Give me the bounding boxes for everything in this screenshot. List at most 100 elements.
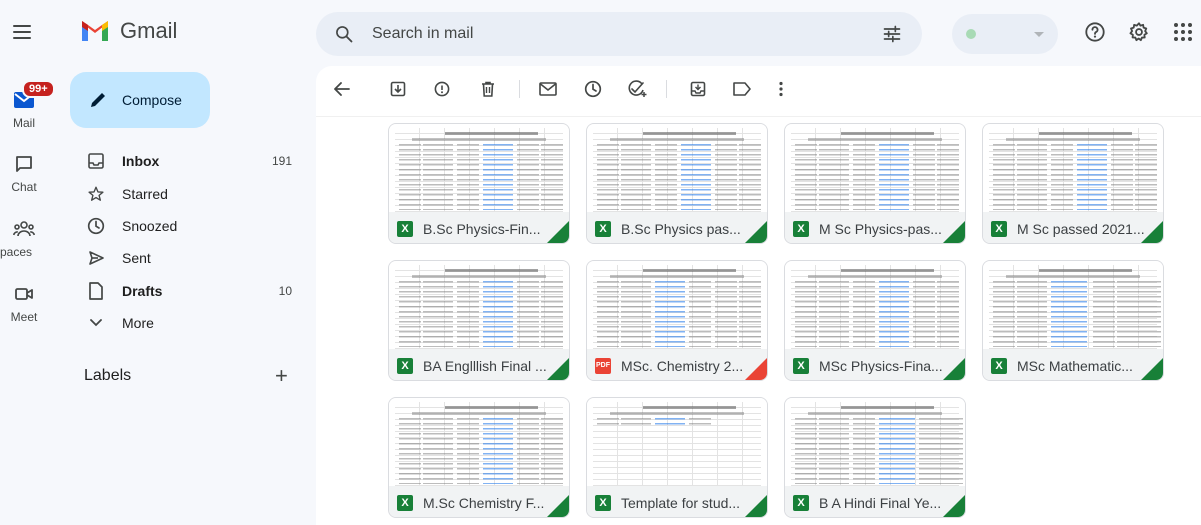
labels-button[interactable] — [732, 79, 752, 99]
apps-button[interactable] — [1171, 20, 1195, 44]
excel-file-icon: X — [793, 494, 809, 511]
inbox-icon — [86, 151, 106, 171]
gmail-m-icon — [82, 21, 108, 41]
excel-file-icon: X — [397, 494, 413, 511]
help-icon — [1085, 22, 1105, 42]
chat-icon — [0, 152, 48, 176]
back-button[interactable] — [332, 79, 352, 99]
star-icon — [86, 184, 106, 204]
menu-bar — [13, 37, 31, 39]
rail-mail[interactable]: 99+ Mail — [0, 80, 55, 130]
attachment-preview — [587, 261, 767, 349]
clock-icon — [86, 216, 106, 236]
move-to-icon — [690, 81, 706, 97]
attachment-footer: X MSc Physics-Fina... — [785, 349, 965, 380]
attachment-card[interactable]: X Template for stud... — [586, 397, 768, 518]
excel-file-icon: X — [793, 220, 809, 237]
attachment-card[interactable]: PDF MSc. Chemistry 2... — [586, 260, 768, 381]
nav-sent-label: Sent — [122, 250, 151, 266]
rail-chat[interactable]: Chat — [0, 152, 48, 194]
attachment-card[interactable]: X B.Sc Physics-Fin... — [388, 123, 570, 244]
nav-more-label: More — [122, 315, 154, 331]
attachment-preview — [389, 261, 569, 349]
file-corner — [1141, 358, 1163, 380]
attachment-card[interactable]: X B A Hindi Final Ye... — [784, 397, 966, 518]
file-corner — [547, 495, 569, 517]
spaces-icon — [0, 217, 48, 241]
attachment-card[interactable]: X B.Sc Physics pas... — [586, 123, 768, 244]
attachment-card[interactable]: X M.Sc Chemistry F... — [388, 397, 570, 518]
archive-button[interactable] — [388, 79, 408, 99]
nav-more[interactable]: More — [70, 307, 310, 339]
settings-button[interactable] — [1127, 20, 1151, 44]
rail-meet-label: Meet — [10, 310, 38, 324]
move-to-button[interactable] — [688, 79, 708, 99]
inbox-count: 191 — [271, 154, 292, 168]
more-vert-icon — [779, 81, 783, 97]
send-icon — [86, 248, 106, 268]
nav-sent[interactable]: Sent — [70, 242, 310, 274]
labels-heading: Labels — [84, 367, 132, 384]
nav-snoozed[interactable]: Snoozed — [70, 210, 310, 242]
create-label-button[interactable]: + — [275, 365, 288, 387]
search-options-icon[interactable] — [882, 24, 902, 44]
attachment-preview — [785, 398, 965, 486]
file-corner — [547, 358, 569, 380]
status-dot-icon — [966, 29, 976, 39]
attachment-card[interactable]: X MSc Mathematic... — [982, 260, 1164, 381]
draft-file-icon — [86, 281, 106, 301]
rail-mail-label: Mail — [12, 116, 35, 130]
message-panel: X B.Sc Physics-Fin... X B.Sc Physics pas..… — [316, 66, 1201, 525]
attachment-name: MSc. Chemistry 2... — [621, 357, 744, 374]
attachment-footer: X M Sc passed 2021... — [983, 212, 1163, 243]
status-selector[interactable] — [952, 14, 1058, 54]
nav-starred[interactable]: Starred — [70, 178, 310, 210]
toolbar-divider-line — [316, 116, 1201, 117]
search-input[interactable] — [372, 25, 842, 43]
attachment-preview — [389, 398, 569, 486]
nav-snoozed-label: Snoozed — [122, 218, 178, 234]
search-icon[interactable] — [334, 24, 354, 44]
rail-spaces-label: paces — [0, 245, 33, 259]
attachment-name: MSc Physics-Fina... — [819, 357, 943, 374]
report-spam-button[interactable] — [432, 79, 452, 99]
search-bar[interactable] — [316, 12, 922, 56]
attachment-preview — [785, 124, 965, 212]
attachment-preview — [983, 261, 1163, 349]
gear-icon — [1129, 22, 1148, 42]
attachment-card[interactable]: X M Sc Physics-pas... — [784, 123, 966, 244]
attachment-name: M Sc passed 2021... — [1017, 220, 1145, 237]
attachment-name: B.Sc Physics pas... — [621, 220, 741, 237]
rail-chat-label: Chat — [11, 180, 37, 194]
attachment-card[interactable]: X MSc Physics-Fina... — [784, 260, 966, 381]
attachment-card[interactable]: X M Sc passed 2021... — [982, 123, 1164, 244]
rail-spaces[interactable]: paces — [0, 217, 48, 259]
attachment-footer: X M Sc Physics-pas... — [785, 212, 965, 243]
gmail-logo[interactable]: Gmail — [80, 18, 177, 44]
more-options-button[interactable] — [771, 79, 791, 99]
file-corner — [745, 495, 767, 517]
file-corner — [943, 495, 965, 517]
attachment-name: MSc Mathematic... — [1017, 357, 1133, 374]
delete-button[interactable] — [478, 79, 498, 99]
snooze-button[interactable] — [583, 79, 603, 99]
compose-label: Compose — [122, 92, 182, 108]
compose-button[interactable]: Compose — [70, 72, 210, 128]
excel-file-icon: X — [397, 220, 413, 237]
help-button[interactable] — [1083, 20, 1107, 44]
mark-unread-button[interactable] — [538, 79, 558, 99]
toolbar-divider — [666, 80, 667, 98]
attachment-footer: X B A Hindi Final Ye... — [785, 486, 965, 517]
nav-inbox[interactable]: Inbox 191 — [70, 145, 310, 177]
envelope-icon — [539, 82, 557, 96]
apps-grid-icon — [1174, 23, 1192, 41]
rail-meet[interactable]: Meet — [0, 282, 48, 324]
attachment-footer: X B.Sc Physics-Fin... — [389, 212, 569, 243]
main-menu-button[interactable] — [10, 20, 34, 44]
trash-icon — [482, 81, 494, 97]
menu-bar — [13, 31, 31, 33]
nav-drafts[interactable]: Drafts 10 — [70, 275, 310, 307]
attachment-card[interactable]: X BA Englllish Final ... — [388, 260, 570, 381]
attachment-name: BA Englllish Final ... — [423, 357, 547, 374]
add-to-tasks-button[interactable] — [627, 79, 647, 99]
